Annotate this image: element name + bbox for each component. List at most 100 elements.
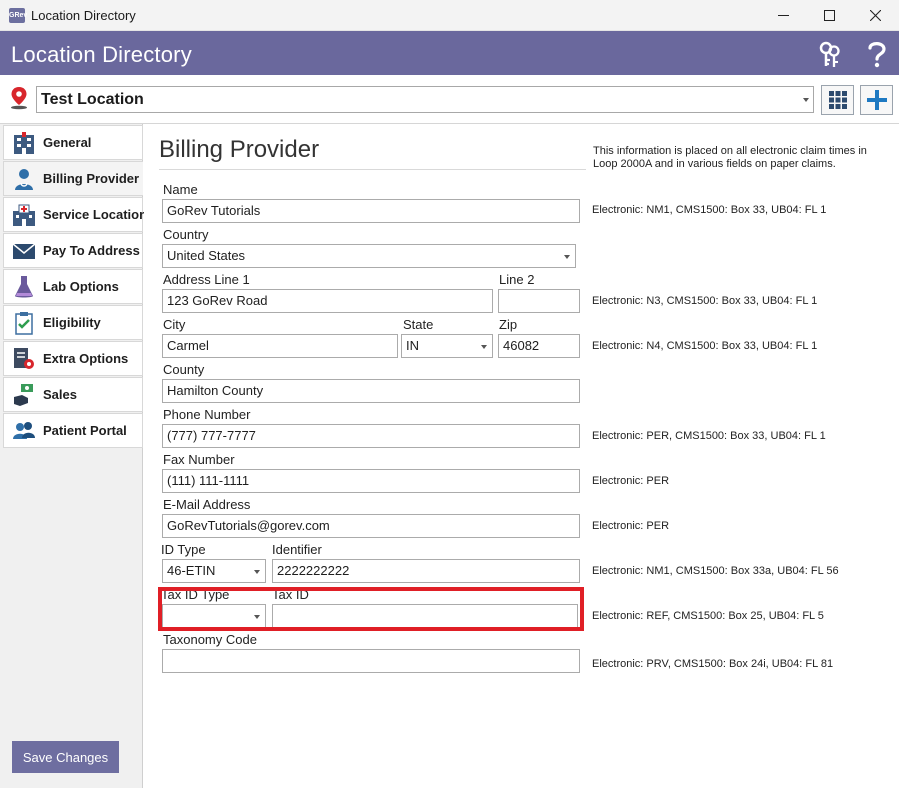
phone-electronic-note: Electronic: PER, CMS1500: Box 33, UB04: … (592, 430, 826, 442)
phone-input[interactable]: (777) 777-7777 (162, 424, 580, 448)
window-title: Location Directory (31, 8, 136, 23)
sidebar-item-label: Lab Options (43, 279, 119, 294)
tax-id-label: Tax ID (272, 587, 309, 602)
save-changes-button[interactable]: Save Changes (12, 741, 119, 773)
sidebar-item-lab-options[interactable]: Lab Options (3, 269, 143, 304)
billing-provider-panel: Billing Provider This information is pla… (144, 124, 899, 788)
sidebar: General Billing Provider Service Locatio… (0, 124, 147, 788)
location-select[interactable]: Test Location (36, 86, 814, 113)
county-label: County (163, 362, 205, 377)
name-label: Name (163, 182, 198, 197)
maximize-icon (823, 10, 835, 21)
title-divider (159, 169, 586, 170)
gear-document-icon (10, 345, 38, 373)
identifier-input[interactable]: 2222222222 (272, 559, 580, 583)
sidebar-item-label: Patient Portal (43, 423, 127, 438)
doctor-icon (10, 165, 38, 193)
grid-icon (828, 91, 847, 109)
tax-id-input[interactable] (272, 604, 578, 628)
sidebar-item-patient-portal[interactable]: Patient Portal (3, 413, 143, 448)
line-2-label: Line 2 (499, 272, 535, 287)
minimize-button[interactable] (760, 0, 806, 31)
minimize-icon (777, 15, 789, 16)
add-location-button[interactable] (860, 85, 893, 115)
app-icon: GRev (9, 8, 27, 23)
sidebar-item-label: Pay To Address (43, 243, 140, 258)
sidebar-item-general[interactable]: General (3, 125, 143, 160)
chevron-down-icon (803, 98, 809, 102)
hospital-icon (10, 201, 38, 229)
tax-id-type-label: Tax ID Type (161, 587, 230, 602)
country-select[interactable]: United States (162, 244, 576, 268)
taxonomy-code-label: Taxonomy Code (163, 632, 257, 647)
email-input[interactable]: GoRevTutorials@gorev.com (162, 514, 580, 538)
tax-id-electronic-note: Electronic: REF, CMS1500: Box 25, UB04: … (592, 610, 824, 622)
sidebar-item-label: Billing Provider (43, 171, 140, 186)
sidebar-item-label: Eligibility (43, 315, 101, 330)
clipboard-check-icon (10, 309, 38, 337)
close-icon (869, 10, 881, 21)
sidebar-item-billing-provider[interactable]: Billing Provider (3, 161, 143, 196)
info-note: This information is placed on all electr… (593, 145, 867, 170)
chevron-down-icon (481, 345, 487, 349)
grid-view-button[interactable] (821, 85, 854, 115)
building-icon (10, 129, 38, 157)
city-input[interactable]: Carmel (162, 334, 398, 358)
taxonomy-code-input[interactable] (162, 649, 580, 673)
city-label: City (163, 317, 186, 332)
identifier-label: Identifier (272, 542, 322, 557)
plus-icon (866, 90, 887, 110)
sidebar-item-extra-options[interactable]: Extra Options (3, 341, 143, 376)
email-electronic-note: Electronic: PER (592, 520, 670, 532)
chevron-down-icon (564, 255, 570, 259)
country-label: Country (163, 227, 209, 242)
keys-icon[interactable] (815, 39, 845, 69)
taxonomy-electronic-note: Electronic: PRV, CMS1500: Box 24i, UB04:… (592, 658, 834, 670)
maximize-button[interactable] (806, 0, 852, 31)
state-select-value: IN (406, 338, 419, 353)
map-pin-icon (11, 87, 27, 110)
location-selector-row: Test Location (0, 75, 899, 124)
chevron-down-icon (254, 615, 260, 619)
address-line-1-label: Address Line 1 (163, 272, 250, 287)
zip-label: Zip (499, 317, 518, 332)
state-select[interactable]: IN (401, 334, 493, 358)
address-line-1-input[interactable]: 123 GoRev Road (162, 289, 493, 313)
close-button[interactable] (852, 0, 898, 31)
section-title: Billing Provider (159, 136, 320, 163)
flask-icon (10, 273, 38, 301)
id-type-select[interactable]: 46-ETIN (162, 559, 266, 583)
identifier-electronic-note: Electronic: NM1, CMS1500: Box 33a, UB04:… (592, 565, 839, 577)
id-type-select-value: 46-ETIN (167, 563, 216, 578)
city-electronic-note: Electronic: N4, CMS1500: Box 33, UB04: F… (592, 340, 818, 352)
help-icon[interactable] (862, 39, 892, 69)
sidebar-item-service-location[interactable]: Service Location (3, 197, 147, 232)
county-input[interactable]: Hamilton County (162, 379, 580, 403)
email-label: E-Mail Address (163, 497, 251, 512)
state-label: State (403, 317, 434, 332)
sidebar-item-label: Extra Options (43, 351, 129, 366)
address-electronic-note: Electronic: N3, CMS1500: Box 33, UB04: F… (592, 295, 818, 307)
phone-label: Phone Number (163, 407, 251, 422)
zip-input[interactable]: 46082 (498, 334, 580, 358)
location-select-value: Test Location (41, 91, 144, 108)
fax-input[interactable]: (111) 111-1111 (162, 469, 580, 493)
page-title: Location Directory (11, 42, 192, 67)
name-input[interactable]: GoRev Tutorials (162, 199, 580, 223)
country-select-value: United States (167, 248, 246, 263)
app-header: Location Directory (0, 31, 899, 75)
sidebar-item-pay-to-address[interactable]: Pay To Address (3, 233, 143, 268)
money-icon (10, 381, 38, 409)
sidebar-item-sales[interactable]: Sales (3, 377, 143, 412)
line-2-input[interactable] (498, 289, 580, 313)
tax-id-type-select[interactable] (162, 604, 266, 628)
window-title-bar: GRev Location Directory (0, 0, 899, 31)
id-type-label: ID Type (161, 542, 206, 557)
sidebar-item-label: Service Location (43, 207, 148, 222)
envelope-icon (10, 237, 38, 265)
chevron-down-icon (254, 570, 260, 574)
sidebar-item-label: General (43, 135, 92, 150)
fax-label: Fax Number (163, 452, 235, 467)
sidebar-item-eligibility[interactable]: Eligibility (3, 305, 143, 340)
fax-electronic-note: Electronic: PER (592, 475, 670, 487)
